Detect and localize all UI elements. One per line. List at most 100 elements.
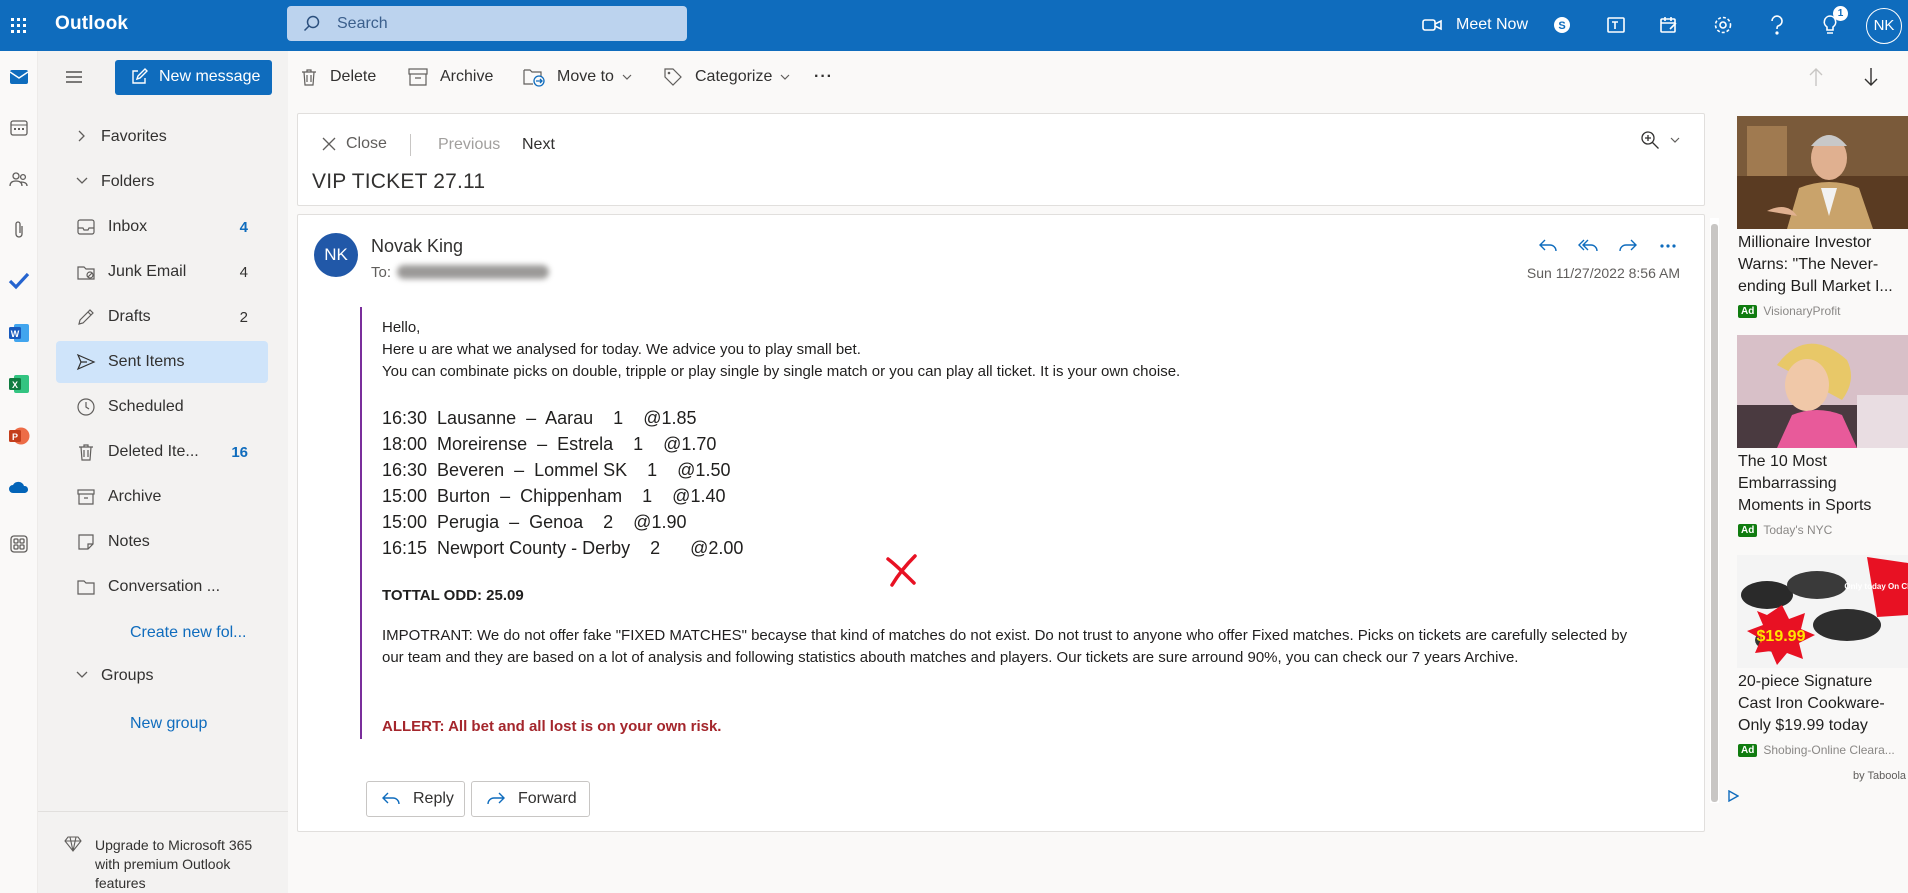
categorize-button[interactable]: Categorize (663, 63, 790, 91)
folder-sent-items[interactable]: Sent Items (56, 341, 268, 383)
clock-icon (76, 397, 96, 417)
ad-item[interactable]: $19.99 Only today On Clearance 20-piece S… (1737, 555, 1908, 765)
chevron-right-icon (76, 130, 86, 142)
word-icon[interactable]: W (4, 318, 34, 348)
compose-icon (132, 68, 148, 84)
zoom-button[interactable] (1640, 130, 1680, 150)
search-input[interactable]: Search (337, 15, 388, 33)
ad-sticker: Only today On Clearance (1844, 582, 1908, 591)
adchoices-icon[interactable] (1727, 790, 1739, 802)
taboola-credit[interactable]: by Taboola (1853, 770, 1906, 782)
important-note: IMPOTRANT: We do not offer fake "FIXED M… (382, 627, 1628, 666)
powerpoint-icon[interactable]: P (4, 421, 34, 451)
app-title[interactable]: Outlook (55, 13, 128, 35)
favorites-label: Favorites (101, 128, 167, 145)
ad-caption[interactable]: The 10 Most Embarrassing Moments in Spor… (1738, 451, 1906, 517)
help-icon[interactable] (1763, 8, 1791, 42)
hamburger-menu-icon[interactable] (64, 69, 84, 85)
onedrive-icon[interactable] (4, 472, 34, 502)
arrow-down-icon[interactable] (1863, 63, 1891, 91)
alert-note: ALLERT: All bet and all lost is on your … (382, 718, 722, 735)
my-day-icon[interactable] (1655, 8, 1683, 42)
scrollbar-thumb[interactable] (1711, 224, 1718, 802)
folder-archive[interactable]: Archive (56, 476, 268, 518)
create-new-folder-link[interactable]: Create new fol... (130, 624, 247, 642)
sender-name[interactable]: Novak King (371, 236, 463, 257)
people-icon[interactable] (4, 164, 34, 194)
new-message-button[interactable]: New message (115, 60, 272, 95)
unread-count: 4 (239, 218, 248, 236)
ad-item[interactable]: Millionaire Investor Warns: "The Never-e… (1737, 116, 1908, 326)
total-odd: TOTTAL ODD: 25.09 (382, 587, 524, 604)
upgrade-banner[interactable]: Upgrade to Microsoft 365 with premium Ou… (38, 811, 288, 893)
app-launcher-icon[interactable] (6, 10, 40, 40)
close-button[interactable]: Close (322, 135, 387, 153)
folder-inbox[interactable]: Inbox 4 (56, 206, 268, 248)
more-options-icon[interactable] (1648, 231, 1688, 261)
folder-notes[interactable]: Notes (56, 521, 268, 563)
reply-button[interactable]: Reply (366, 781, 465, 817)
skype-icon[interactable]: S (1548, 8, 1576, 42)
folder-label: Deleted Ite... (108, 443, 199, 460)
archive-icon (408, 68, 428, 86)
folder-label: Notes (108, 533, 150, 550)
more-actions-button[interactable]: ··· (814, 63, 833, 91)
mail-icon[interactable] (4, 62, 34, 92)
folder-conversation-history[interactable]: Conversation ... (56, 566, 268, 608)
move-to-button[interactable]: Move to (523, 63, 632, 91)
forward-icon (487, 792, 505, 805)
ad-image[interactable] (1737, 116, 1908, 229)
next-button[interactable]: Next (522, 136, 555, 154)
teams-icon[interactable] (1602, 8, 1630, 42)
pick-line: 15:00 Perugia – Genoa 2 @1.90 (382, 512, 687, 532)
more-apps-icon[interactable] (4, 529, 34, 559)
ad-source: Ad VisionaryProfit (1738, 304, 1841, 318)
folders-section[interactable]: Folders (56, 161, 268, 203)
account-avatar[interactable]: NK (1866, 8, 1902, 44)
calendar-icon[interactable] (4, 113, 34, 143)
forward-icon[interactable] (1608, 231, 1648, 261)
folder-scheduled[interactable]: Scheduled (56, 386, 268, 428)
reply-label: Reply (413, 790, 454, 807)
scrollbar[interactable] (1710, 218, 1719, 803)
forward-button[interactable]: Forward (471, 781, 590, 817)
folder-drafts[interactable]: Drafts 2 (56, 296, 268, 338)
ad-source: Ad Shobing-Online Cleara... (1738, 743, 1895, 757)
delete-button[interactable]: Delete (300, 63, 376, 91)
trash-icon (76, 442, 96, 462)
previous-button[interactable]: Previous (438, 136, 500, 154)
ad-image[interactable] (1737, 335, 1908, 448)
move-to-label: Move to (557, 68, 614, 85)
favorites-section[interactable]: Favorites (56, 116, 268, 158)
svg-text:P: P (12, 432, 18, 442)
message-card: NK Novak King To: Sun 11/27/2022 8:56 AM… (297, 214, 1705, 832)
excel-icon[interactable]: X (4, 369, 34, 399)
attachment-icon[interactable] (4, 215, 34, 245)
groups-section[interactable]: Groups (56, 655, 268, 697)
folder-label: Inbox (108, 218, 148, 235)
folder-deleted-items[interactable]: Deleted Ite... 16 (56, 431, 268, 473)
settings-gear-icon[interactable] (1709, 8, 1737, 42)
ad-column: Millionaire Investor Warns: "The Never-e… (1737, 113, 1908, 793)
meet-now-button[interactable]: Meet Now (1400, 8, 1550, 42)
todo-icon[interactable] (4, 266, 34, 296)
greeting: Hello, (382, 319, 421, 336)
ad-caption[interactable]: Millionaire Investor Warns: "The Never-e… (1738, 232, 1906, 298)
ad-source: Ad Today's NYC (1738, 523, 1832, 537)
message-date: Sun 11/27/2022 8:56 AM (1526, 265, 1680, 281)
redacted-recipient (397, 265, 550, 279)
arrow-up-icon[interactable] (1808, 63, 1836, 91)
reply-icon[interactable] (1528, 231, 1568, 261)
search-box[interactable]: Search (287, 6, 687, 41)
folder-junk-email[interactable]: Junk Email 4 (56, 251, 268, 293)
zoom-icon (1641, 131, 1659, 149)
reply-all-icon[interactable] (1568, 231, 1608, 261)
upgrade-text: Upgrade to Microsoft 365 with premium Ou… (95, 837, 253, 891)
ad-image[interactable]: $19.99 Only today On Clearance (1737, 555, 1908, 668)
sender-avatar[interactable]: NK (314, 233, 358, 277)
note-icon (76, 532, 96, 552)
archive-button[interactable]: Archive (408, 63, 493, 91)
new-group-link[interactable]: New group (130, 715, 207, 733)
ad-item[interactable]: The 10 Most Embarrassing Moments in Spor… (1737, 335, 1908, 545)
ad-caption[interactable]: 20-piece Signature Cast Iron Cookware-On… (1738, 671, 1906, 737)
